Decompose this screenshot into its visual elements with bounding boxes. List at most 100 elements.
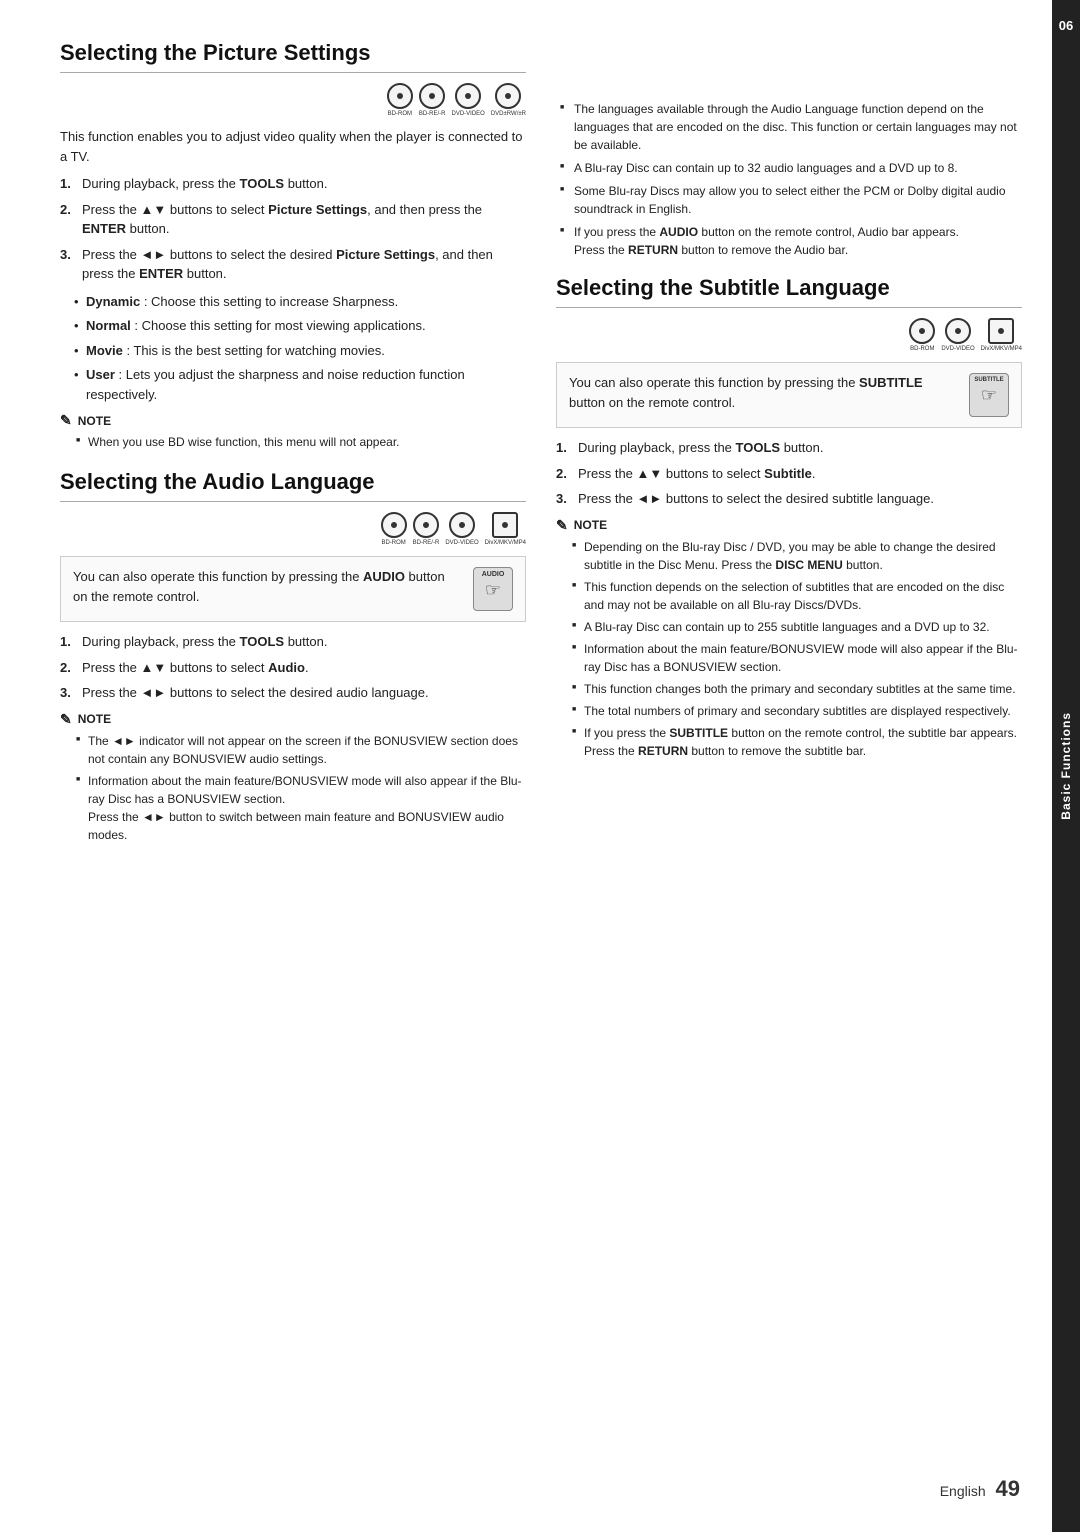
disc-circle-audio-bdrom — [381, 512, 407, 538]
subtitle-note-item-7: If you press the SUBTITLE button on the … — [572, 724, 1022, 760]
picture-steps-list: 1. During playback, press the TOOLS butt… — [60, 174, 526, 284]
note-icon-audio: ✎ — [60, 711, 72, 728]
page-number: 49 — [996, 1476, 1020, 1501]
audio-step-1: 1. During playback, press the TOOLS butt… — [60, 632, 526, 652]
picture-intro: This function enables you to adjust vide… — [60, 127, 526, 166]
note-icon-picture: ✎ — [60, 412, 72, 429]
disc-label-bdrom: BD-ROM — [388, 111, 412, 117]
picture-step-2: 2. Press the ▲▼ buttons to select Pictur… — [60, 200, 526, 239]
disc-label-sub-dvd: DVD-VIDEO — [941, 346, 974, 352]
disc-label-sub-divx: DivX/MKV/MP4 — [981, 346, 1022, 352]
disc-label-audio-bdrom: BD-ROM — [381, 540, 405, 546]
picture-step-1: 1. During playback, press the TOOLS butt… — [60, 174, 526, 194]
disc-icon-sub-dvd: DVD-VIDEO — [941, 318, 974, 352]
audio-note-item-2: Information about the main feature/BONUS… — [76, 772, 526, 844]
disc-circle-bdrre — [419, 83, 445, 109]
subtitle-steps-list: 1. During playback, press the TOOLS butt… — [556, 438, 1022, 509]
subtitle-note: ✎ NOTE Depending on the Blu-ray Disc / D… — [556, 517, 1022, 760]
note-title-subtitle: NOTE — [574, 518, 607, 532]
picture-note-list: When you use BD wise function, this menu… — [76, 433, 526, 451]
picture-option-movie: Movie : This is the best setting for wat… — [74, 341, 526, 361]
subtitle-note-item-2: This function depends on the selection o… — [572, 578, 1022, 614]
disc-icon-dvdvideo: DVD-VIDEO — [452, 83, 485, 117]
page-footer: English 49 — [940, 1476, 1020, 1502]
disc-label-audio-bdre: BD-RE/-R — [413, 540, 440, 546]
disc-label-dvdvideo: DVD-VIDEO — [452, 111, 485, 117]
audio-info-box: You can also operate this function by pr… — [60, 556, 526, 622]
disc-icon-audio-dvd: DVD-VIDEO — [445, 512, 478, 546]
audio-note: ✎ NOTE The ◄► indicator will not appear … — [60, 711, 526, 844]
section-title-picture: Selecting the Picture Settings — [60, 40, 526, 73]
audio-remote-label: AUDIO — [482, 571, 505, 578]
section-title-audio: Selecting the Audio Language — [60, 469, 526, 502]
subtitle-step-3: 3. Press the ◄► buttons to select the de… — [556, 489, 1022, 509]
audio-step-2: 2. Press the ▲▼ buttons to select Audio. — [60, 658, 526, 678]
audio-note-right-2: A Blu-ray Disc can contain up to 32 audi… — [560, 159, 1022, 177]
audio-note-right-4: If you press the AUDIO button on the rem… — [560, 223, 1022, 259]
disc-icons-subtitle: BD-ROM DVD-VIDEO DivX/MKV/MP4 — [556, 318, 1022, 352]
disc-label-audio-divx: DivX/MKV/MP4 — [485, 540, 526, 546]
note-title-audio: NOTE — [78, 712, 111, 726]
section-subtitle-language: Selecting the Subtitle Language BD-ROM D… — [556, 275, 1022, 760]
subtitle-step-1: 1. During playback, press the TOOLS butt… — [556, 438, 1022, 458]
audio-note-list: The ◄► indicator will not appear on the … — [76, 732, 526, 844]
disc-icon-bdrom: BD-ROM — [387, 83, 413, 117]
audio-note-right-1: The languages available through the Audi… — [560, 100, 1022, 154]
right-column: The languages available through the Audi… — [556, 40, 1022, 1492]
subtitle-step-2: 2. Press the ▲▼ buttons to select Subtit… — [556, 464, 1022, 484]
audio-language-notes: The languages available through the Audi… — [556, 100, 1022, 259]
subtitle-info-box: You can also operate this function by pr… — [556, 362, 1022, 428]
subtitle-remote-hand-icon: ☞ — [981, 385, 997, 406]
disc-icon-dvdrw: DVD±RW/±R — [491, 83, 526, 117]
subtitle-note-list: Depending on the Blu-ray Disc / DVD, you… — [572, 538, 1022, 760]
picture-option-dynamic: Dynamic : Choose this setting to increas… — [74, 292, 526, 312]
audio-note-item-1: The ◄► indicator will not appear on the … — [76, 732, 526, 768]
audio-info-text: You can also operate this function by pr… — [73, 567, 461, 606]
picture-option-user: User : Lets you adjust the sharpness and… — [74, 365, 526, 404]
page-wrapper: Selecting the Picture Settings BD-ROM BD… — [0, 0, 1080, 1532]
audio-step-3: 3. Press the ◄► buttons to select the de… — [60, 683, 526, 703]
disc-label-bdrre: BD-RE/-R — [419, 111, 446, 117]
section-title-subtitle: Selecting the Subtitle Language — [556, 275, 1022, 308]
subtitle-note-item-5: This function changes both the primary a… — [572, 680, 1022, 698]
disc-label-dvdrw: DVD±RW/±R — [491, 111, 526, 117]
picture-note: ✎ NOTE When you use BD wise function, th… — [60, 412, 526, 451]
section-picture-settings: Selecting the Picture Settings BD-ROM BD… — [60, 40, 526, 451]
audio-note-right-3: Some Blu-ray Discs may allow you to sele… — [560, 182, 1022, 218]
subtitle-note-item-4: Information about the main feature/BONUS… — [572, 640, 1022, 676]
subtitle-info-text: You can also operate this function by pr… — [569, 373, 957, 412]
disc-circle-dvdrw — [495, 83, 521, 109]
subtitle-remote-label: SUBTITLE — [974, 377, 1003, 383]
audio-remote-hand-icon: ☞ — [485, 580, 501, 601]
main-content: Selecting the Picture Settings BD-ROM BD… — [0, 0, 1052, 1532]
left-column: Selecting the Picture Settings BD-ROM BD… — [60, 40, 526, 1492]
disc-icon-audio-bdrom: BD-ROM — [381, 512, 407, 546]
chapter-tab: 06 Basic Functions — [1052, 0, 1080, 1532]
subtitle-note-item-1: Depending on the Blu-ray Disc / DVD, you… — [572, 538, 1022, 574]
picture-step-3: 3. Press the ◄► buttons to select the de… — [60, 245, 526, 284]
disc-circle-audio-dvd — [449, 512, 475, 538]
disc-circle-audio-divx — [492, 512, 518, 538]
disc-icons-picture: BD-ROM BD-RE/-R DVD-VIDEO DVD±RW/±R — [60, 83, 526, 117]
disc-icon-bdrre: BD-RE/-R — [419, 83, 446, 117]
audio-remote-button: AUDIO ☞ — [473, 567, 513, 611]
disc-icon-audio-divx: DivX/MKV/MP4 — [485, 512, 526, 546]
audio-language-notes-list: The languages available through the Audi… — [560, 100, 1022, 259]
subtitle-remote-button: SUBTITLE ☞ — [969, 373, 1009, 417]
picture-note-item-1: When you use BD wise function, this menu… — [76, 433, 526, 451]
disc-circle-sub-divx — [988, 318, 1014, 344]
disc-icon-sub-bdrom: BD-ROM — [909, 318, 935, 352]
disc-circle-audio-bdre — [413, 512, 439, 538]
chapter-number: 06 — [1059, 18, 1073, 33]
picture-options-list: Dynamic : Choose this setting to increas… — [74, 292, 526, 405]
disc-circle-dvdvideo — [455, 83, 481, 109]
disc-icons-audio: BD-ROM BD-RE/-R DVD-VIDEO DivX/MKV/MP4 — [60, 512, 526, 546]
page-language: English — [940, 1483, 986, 1499]
disc-icon-sub-divx: DivX/MKV/MP4 — [981, 318, 1022, 352]
disc-circle-sub-dvd — [945, 318, 971, 344]
audio-steps-list: 1. During playback, press the TOOLS butt… — [60, 632, 526, 703]
disc-icon-audio-bdre: BD-RE/-R — [413, 512, 440, 546]
note-title-picture: NOTE — [78, 414, 111, 428]
disc-label-audio-dvd: DVD-VIDEO — [445, 540, 478, 546]
picture-option-normal: Normal : Choose this setting for most vi… — [74, 316, 526, 336]
